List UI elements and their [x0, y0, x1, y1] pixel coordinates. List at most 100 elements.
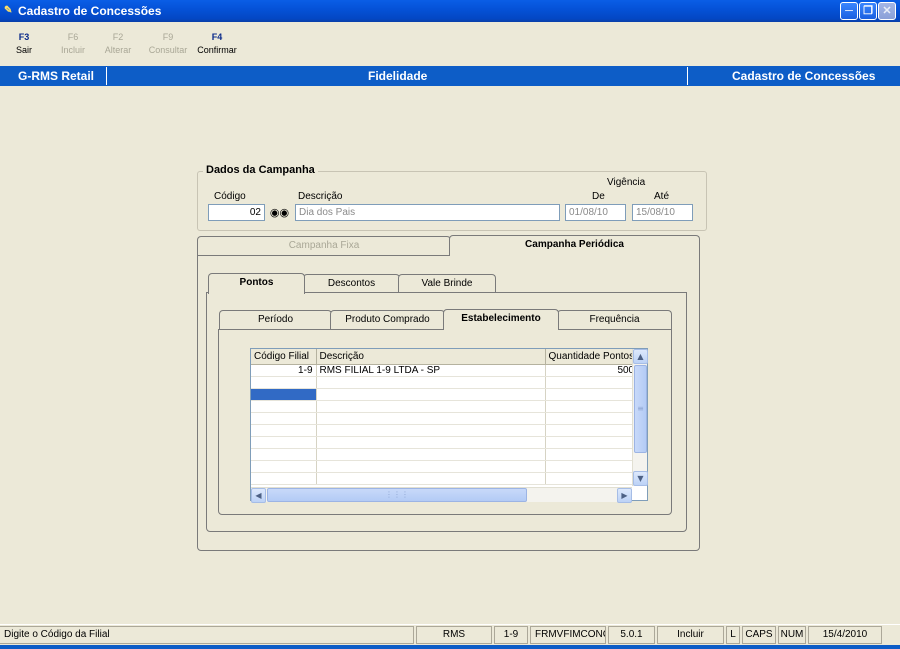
incluir-button[interactable]: F6 Incluir [58, 32, 88, 55]
grid-cell[interactable] [316, 472, 546, 485]
incluir-key: F6 [67, 32, 79, 42]
app-icon: ✎ [4, 5, 13, 16]
grid-cell[interactable] [545, 376, 639, 389]
restore-button[interactable]: ❐ [859, 2, 877, 20]
grid-cell[interactable] [251, 448, 317, 461]
table-row[interactable] [251, 472, 639, 485]
grid-cell[interactable] [251, 424, 317, 437]
table-row[interactable] [251, 424, 639, 437]
grid-cell[interactable] [251, 400, 317, 413]
grid-cell[interactable] [545, 460, 639, 473]
vertical-scroll-thumb[interactable]: ≡ [634, 365, 647, 453]
tab-campanha-fixa[interactable]: Campanha Fixa [197, 236, 451, 255]
tab-campanha-periodica[interactable]: Campanha Periódica [449, 235, 700, 256]
tab-produto-comprado[interactable]: Produto Comprado [330, 310, 445, 329]
sair-button[interactable]: F3 Sair [12, 32, 36, 55]
scroll-down-icon[interactable]: ▼ [633, 471, 648, 486]
ate-date-field[interactable]: 15/08/10 [632, 204, 693, 221]
grid-cell[interactable] [545, 388, 639, 401]
status-bottom-line [0, 645, 900, 649]
grid-cell[interactable] [545, 424, 639, 437]
grid-cell[interactable] [545, 472, 639, 485]
grid-cell[interactable] [316, 436, 546, 449]
descricao-label: Descrição [298, 191, 343, 202]
close-button[interactable]: ✕ [878, 2, 896, 20]
tab-vale-brinde[interactable]: Vale Brinde [398, 274, 496, 293]
confirmar-label: Confirmar [197, 45, 237, 55]
grid-horizontal-scrollbar[interactable]: ◀ ⋮⋮⋮ ▶ [251, 487, 632, 503]
binoculars-icon[interactable]: ◉◉ [269, 204, 290, 221]
tab-frequencia[interactable]: Frequência [557, 310, 672, 329]
de-date-field[interactable]: 01/08/10 [565, 204, 626, 221]
table-row[interactable] [251, 436, 639, 449]
descricao-field[interactable]: Dia dos Pais [295, 204, 560, 221]
table-row[interactable] [251, 448, 639, 461]
toolbar: F3 Sair F6 Incluir F2 Alterar F9 Consult… [0, 22, 900, 66]
filial-grid[interactable]: Código Filial Descrição Quantidade Ponto… [250, 348, 648, 501]
grid-cell[interactable] [316, 400, 546, 413]
table-row[interactable] [251, 460, 639, 473]
status-caps: CAPS [742, 626, 776, 644]
window-title: Cadastro de Concessões [18, 4, 162, 18]
sair-label: Sair [15, 45, 32, 55]
scroll-left-icon[interactable]: ◀ [251, 488, 266, 503]
scroll-right-icon[interactable]: ▶ [617, 488, 632, 503]
status-system: RMS [416, 626, 492, 644]
band-app-name: G-RMS Retail [18, 69, 95, 83]
grid-cell[interactable] [316, 412, 546, 425]
codigo-field[interactable]: 02 [208, 204, 265, 221]
table-row[interactable] [251, 412, 639, 425]
consultar-label: Consultar [148, 45, 188, 55]
horizontal-scroll-thumb[interactable]: ⋮⋮⋮ [267, 488, 527, 502]
incluir-label: Incluir [60, 45, 85, 55]
cell-codigo-filial[interactable]: 1-9 [251, 364, 317, 377]
grid-cell[interactable] [251, 412, 317, 425]
consultar-button[interactable]: F9 Consultar [146, 32, 190, 55]
tab-periodo[interactable]: Período [219, 310, 332, 329]
cell-descricao[interactable]: RMS FILIAL 1-9 LTDA - SP [316, 364, 546, 377]
table-row[interactable] [251, 376, 639, 389]
grid-cell[interactable] [251, 460, 317, 473]
grid-cell[interactable] [545, 412, 639, 425]
grid-cell[interactable] [545, 436, 639, 449]
grid-cell[interactable] [316, 460, 546, 473]
campaign-group-title: Dados da Campanha [203, 164, 318, 176]
table-row[interactable]: 1-9 RMS FILIAL 1-9 LTDA - SP 500 [251, 364, 639, 377]
grid-cell[interactable] [251, 376, 317, 389]
tab-estabelecimento[interactable]: Estabelecimento [443, 309, 559, 330]
table-row-selected[interactable] [251, 388, 639, 401]
header-band: G-RMS Retail Fidelidade Cadastro de Conc… [0, 66, 900, 86]
grid-header-row: Código Filial Descrição Quantidade Ponto… [251, 349, 639, 365]
alterar-button[interactable]: F2 Alterar [102, 32, 134, 55]
grid-cell[interactable] [316, 448, 546, 461]
minimize-button[interactable]: ─ [840, 2, 858, 20]
grid-cell[interactable] [316, 376, 546, 389]
confirmar-button[interactable]: F4 Confirmar [195, 32, 239, 55]
band-screen-name: Cadastro de Concessões [732, 69, 876, 83]
column-header-quantidade-pontos[interactable]: Quantidade Pontos [545, 349, 639, 365]
band-separator [687, 67, 688, 85]
tab-pontos[interactable]: Pontos [208, 273, 305, 294]
grid-cell[interactable] [316, 424, 546, 437]
ate-label: Até [654, 191, 670, 202]
band-module: Fidelidade [368, 69, 428, 83]
vigencia-label: Vigência [607, 177, 646, 188]
grid-vertical-scrollbar[interactable]: ▲ ≡ ▼ [632, 349, 648, 486]
column-header-descricao[interactable]: Descrição [316, 349, 546, 365]
grid-cell-selected[interactable] [251, 388, 317, 401]
grid-cell[interactable] [545, 448, 639, 461]
column-header-codigo-filial[interactable]: Código Filial [251, 349, 317, 365]
table-row[interactable] [251, 400, 639, 413]
tab-descontos[interactable]: Descontos [303, 274, 400, 293]
scroll-up-icon[interactable]: ▲ [633, 349, 648, 364]
alterar-label: Alterar [104, 45, 132, 55]
grid-cell[interactable] [545, 400, 639, 413]
grip-icon: ⋮⋮⋮ [385, 490, 409, 499]
cell-quantidade-pontos[interactable]: 500 [545, 364, 639, 377]
alterar-key: F2 [112, 32, 124, 42]
status-version: 5.0.1 [608, 626, 655, 644]
grid-cell[interactable] [251, 436, 317, 449]
band-separator [106, 67, 107, 85]
grid-cell[interactable] [316, 388, 546, 401]
grid-cell[interactable] [251, 472, 317, 485]
